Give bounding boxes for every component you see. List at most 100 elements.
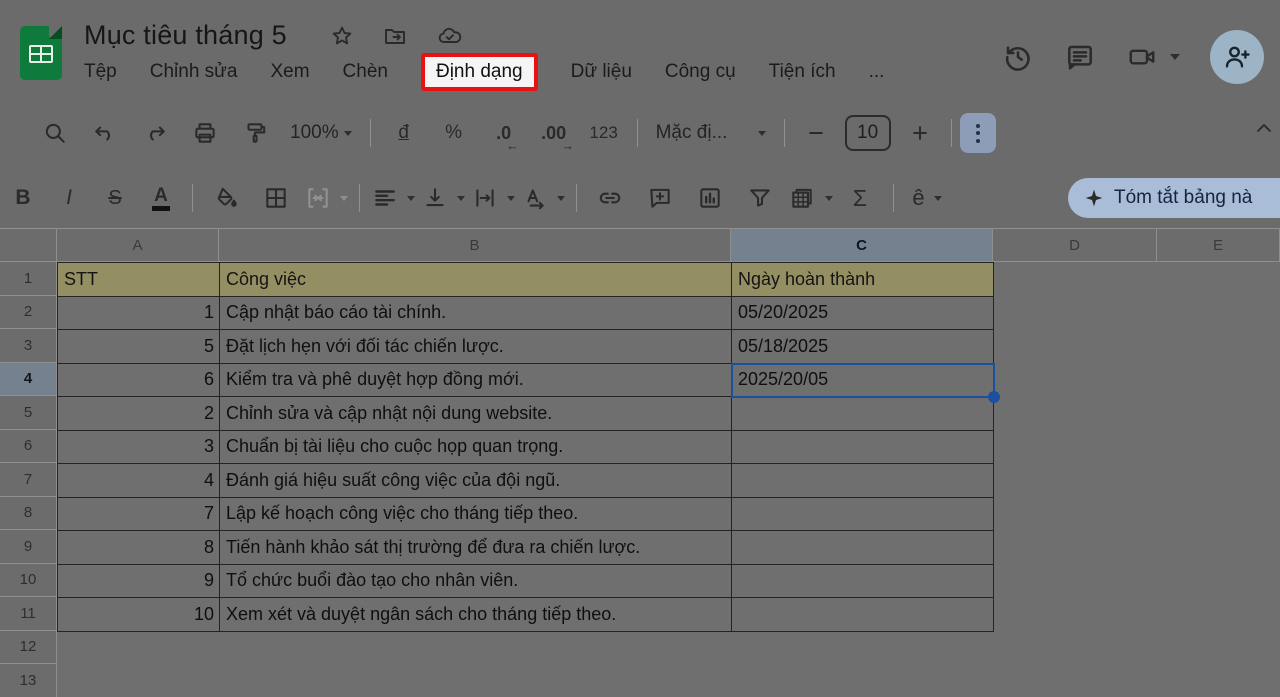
cell[interactable]: 6 — [58, 364, 220, 398]
row-header-1[interactable]: 1 — [0, 262, 57, 296]
collapse-toolbar-icon[interactable] — [1252, 116, 1276, 145]
create-filter-icon[interactable] — [735, 178, 785, 218]
column-header-e[interactable]: E — [1157, 228, 1280, 262]
row-header-6[interactable]: 6 — [0, 430, 57, 464]
italic-button[interactable]: I — [46, 178, 92, 218]
cell[interactable]: 05/20/2025 — [732, 297, 994, 331]
more-toolbar-options-button[interactable] — [960, 113, 996, 153]
cloud-saved-icon[interactable] — [436, 24, 464, 48]
cell[interactable]: 8 — [58, 531, 220, 565]
column-header-c[interactable]: C — [731, 228, 993, 262]
cell[interactable]: Lập kế hoạch công việc cho tháng tiếp th… — [220, 498, 732, 532]
insert-chart-icon[interactable] — [685, 178, 735, 218]
cell[interactable]: 1 — [58, 297, 220, 331]
paint-format-icon[interactable] — [230, 113, 280, 153]
cell[interactable] — [732, 464, 994, 498]
cell[interactable]: Đặt lịch hẹn với đối tác chiến lược. — [220, 330, 732, 364]
search-icon[interactable] — [30, 113, 80, 153]
row-header-13[interactable]: 13 — [0, 664, 57, 697]
cell[interactable]: Xem xét và duyệt ngân sách cho tháng tiế… — [220, 598, 732, 632]
cell[interactable]: Ngày hoàn thành — [732, 263, 994, 297]
decrease-decimal-button[interactable]: .0← — [479, 113, 529, 153]
horizontal-align-icon[interactable] — [368, 178, 418, 218]
cell[interactable] — [732, 565, 994, 599]
row-header-10[interactable]: 10 — [0, 564, 57, 598]
row-header-3[interactable]: 3 — [0, 329, 57, 363]
menu-item-chen[interactable]: Chèn — [343, 61, 388, 83]
row-header-8[interactable]: 8 — [0, 497, 57, 531]
merge-cells-icon[interactable] — [301, 178, 351, 218]
row-header-7[interactable]: 7 — [0, 463, 57, 497]
document-title[interactable]: Mục tiêu tháng 5 — [84, 20, 287, 51]
bold-button[interactable]: B — [0, 178, 46, 218]
font-size-input[interactable]: 10 — [845, 115, 891, 151]
print-icon[interactable] — [180, 113, 230, 153]
cell[interactable]: Kiểm tra và phê duyệt hợp đồng mới. — [220, 364, 732, 398]
row-header-9[interactable]: 9 — [0, 530, 57, 564]
text-rotation-icon[interactable] — [518, 178, 568, 218]
menu-item-chinh-sua[interactable]: Chỉnh sửa — [150, 61, 238, 83]
menu-item-tep[interactable]: Tệp — [84, 61, 117, 83]
comment-history-icon[interactable] — [1064, 41, 1096, 73]
share-button[interactable] — [1210, 30, 1264, 84]
format-currency-button[interactable]: đ — [379, 113, 429, 153]
cell[interactable]: Đánh giá hiệu suất công việc của đội ngũ… — [220, 464, 732, 498]
menu-item-cong-cu[interactable]: Công cụ — [665, 61, 736, 83]
menu-item-du-lieu[interactable]: Dữ liệu — [571, 61, 632, 83]
undo-icon[interactable] — [80, 113, 130, 153]
insert-comment-icon[interactable] — [635, 178, 685, 218]
zoom-control[interactable]: 100% — [280, 122, 362, 144]
cell[interactable]: Công việc — [220, 263, 732, 297]
increase-font-size-button[interactable] — [897, 113, 943, 153]
cell[interactable]: 9 — [58, 565, 220, 599]
cell[interactable]: 2025/20/05 — [732, 364, 994, 398]
gemini-summarize-button[interactable]: Tóm tắt bảng nà — [1068, 178, 1280, 218]
more-formats-button[interactable]: 123 — [579, 113, 629, 153]
cell[interactable]: Tổ chức buổi đào tạo cho nhân viên. — [220, 565, 732, 599]
cell[interactable]: Chỉnh sửa và cập nhật nội dung website. — [220, 397, 732, 431]
cell[interactable]: 7 — [58, 498, 220, 532]
cell[interactable]: 4 — [58, 464, 220, 498]
cell[interactable]: 2 — [58, 397, 220, 431]
column-header-a[interactable]: A — [57, 228, 219, 262]
menu-item-dinh-dang-highlighted[interactable]: Định dạng — [421, 53, 538, 91]
strikethrough-button[interactable]: S — [92, 178, 138, 218]
video-call-icon[interactable] — [1126, 42, 1158, 72]
cell[interactable]: 05/18/2025 — [732, 330, 994, 364]
select-all-corner[interactable] — [0, 228, 57, 262]
borders-icon[interactable] — [251, 178, 301, 218]
insert-table-icon[interactable] — [785, 178, 835, 218]
font-family-select[interactable]: Mặc đị... — [646, 122, 776, 144]
cell[interactable] — [732, 431, 994, 465]
row-header-11[interactable]: 11 — [0, 597, 57, 631]
row-header-5[interactable]: 5 — [0, 396, 57, 430]
menu-item-tien-ich[interactable]: Tiện ích — [769, 61, 836, 83]
input-tools-button[interactable]: ê — [902, 178, 952, 218]
text-color-button[interactable]: A — [138, 178, 184, 218]
format-percent-button[interactable]: % — [429, 113, 479, 153]
decrease-font-size-button[interactable] — [793, 113, 839, 153]
cell[interactable]: Cập nhật báo cáo tài chính. — [220, 297, 732, 331]
cell[interactable]: Tiến hành khảo sát thị trường để đưa ra … — [220, 531, 732, 565]
version-history-icon[interactable] — [1002, 41, 1034, 73]
sheets-logo-icon[interactable] — [20, 26, 62, 80]
cell[interactable] — [732, 598, 994, 632]
video-call-caret-icon[interactable] — [1170, 54, 1180, 60]
cell[interactable]: Chuẩn bị tài liệu cho cuộc họp quan trọn… — [220, 431, 732, 465]
cell[interactable]: 3 — [58, 431, 220, 465]
cell[interactable]: 5 — [58, 330, 220, 364]
fill-color-icon[interactable] — [201, 178, 251, 218]
cell[interactable] — [732, 498, 994, 532]
vertical-align-icon[interactable] — [418, 178, 468, 218]
insert-link-icon[interactable] — [585, 178, 635, 218]
text-wrap-icon[interactable] — [468, 178, 518, 218]
row-header-2[interactable]: 2 — [0, 296, 57, 330]
column-header-b[interactable]: B — [219, 228, 731, 262]
cell[interactable] — [732, 531, 994, 565]
move-folder-icon[interactable] — [382, 24, 408, 48]
increase-decimal-button[interactable]: .00→ — [529, 113, 579, 153]
cell[interactable]: STT — [58, 263, 220, 297]
menu-item-more[interactable]: ... — [869, 61, 885, 83]
row-header-4[interactable]: 4 — [0, 363, 57, 397]
cell[interactable] — [732, 397, 994, 431]
